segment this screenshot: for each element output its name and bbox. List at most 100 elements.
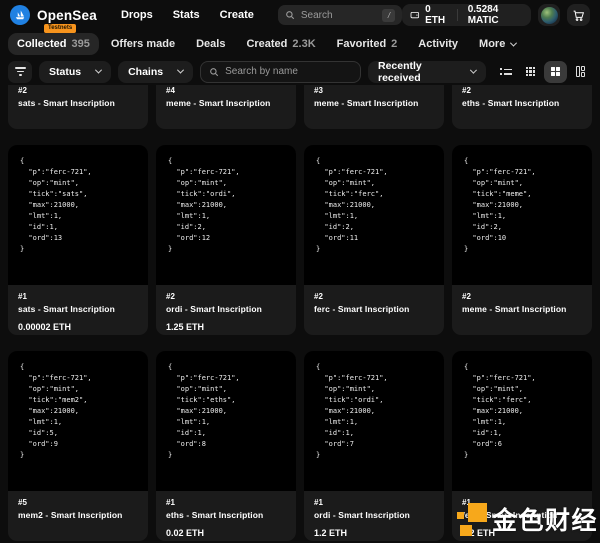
dense-grid-icon [526, 67, 536, 77]
chevron-down-icon [510, 39, 517, 46]
list-view-icon [500, 68, 512, 75]
grid-view-button[interactable] [544, 61, 567, 83]
tab-activity[interactable]: Activity [409, 33, 467, 55]
slash-shortcut-key: / [382, 9, 395, 22]
card-title: sats - Smart Inscription [18, 304, 138, 314]
nft-card[interactable]: { "p":"ferc-721", "op":"mint", "tick":"f… [452, 351, 592, 541]
card-title: ferc - Smart Inscription [314, 304, 434, 314]
list-view-button[interactable] [494, 61, 517, 83]
tab-created[interactable]: Created2.3K [237, 33, 324, 55]
card-edition-number: #2 [462, 292, 582, 301]
testnets-badge: Testnets [44, 24, 76, 33]
nft-card[interactable]: { "p":"ferc-721", "op":"mint", "tick":"m… [452, 145, 592, 335]
tab-collected[interactable]: Collected395 [8, 33, 99, 55]
card-edition-number: #1 [166, 498, 286, 507]
card-edition-number: #3 [314, 86, 434, 95]
inscription-json-text: { "p":"ferc-721", "op":"mint", "tick":"o… [304, 351, 444, 461]
card-title: eths - Smart Inscription [166, 510, 286, 520]
opensea-ship-icon [10, 5, 30, 25]
nav-item-drops[interactable]: Drops [121, 9, 153, 21]
wallet-icon [410, 9, 420, 21]
card-edition-number: #5 [18, 498, 138, 507]
tab-offers-made[interactable]: Offers made [102, 33, 184, 55]
matic-balance: 0.5284 MATIC [458, 4, 531, 26]
avatar-globe-image [541, 7, 558, 24]
card-inscription-image: { "p":"ferc-721", "op":"mint", "tick":"f… [304, 145, 444, 285]
card-edition-number: #1 [18, 292, 138, 301]
card-price: 0.00002 ETH [18, 322, 138, 332]
status-filter-dropdown[interactable]: Status [39, 61, 111, 83]
inscription-json-text: { "p":"ferc-721", "op":"mint", "tick":"f… [452, 351, 592, 461]
card-title: mem2 - Smart Inscription [18, 510, 138, 520]
search-by-name-input[interactable]: Search by name [200, 61, 361, 83]
inscription-json-text: { "p":"ferc-721", "op":"mint", "tick":"o… [156, 145, 296, 255]
view-toggle-group [494, 61, 592, 83]
tab-favorited[interactable]: Favorited2 [328, 33, 407, 55]
gallery-view-button[interactable] [569, 61, 592, 83]
inscription-json-text: { "p":"ferc-721", "op":"mint", "tick":"f… [304, 145, 444, 255]
card-footer: #1 eths - Smart Inscription 0.02 ETH [156, 491, 296, 538]
nft-card[interactable]: { "p":"ferc-721", "op":"mint", "tick":"o… [304, 351, 444, 541]
nft-card[interactable]: { "p":"ferc-721", "op":"mint", "tick":"m… [8, 351, 148, 541]
cart-icon [572, 9, 585, 22]
dense-grid-view-button[interactable] [519, 61, 542, 83]
cart-button[interactable] [567, 4, 590, 26]
nft-card[interactable]: #3 meme - Smart Inscription [304, 85, 444, 129]
card-inscription-image: { "p":"ferc-721", "op":"mint", "tick":"s… [8, 145, 148, 285]
nav-item-create[interactable]: Create [220, 9, 254, 21]
card-footer: #3 meme - Smart Inscription [304, 85, 444, 108]
filter-toggle-button[interactable] [8, 61, 32, 83]
global-search-input[interactable]: Search / [278, 5, 403, 25]
top-navigation-bar: OpenSea Testnets Drops Stats Create Sear… [0, 0, 600, 30]
card-price: 1.25 ETH [166, 322, 286, 332]
card-edition-number: #2 [18, 86, 138, 95]
grid-icon [551, 67, 561, 77]
inscription-json-text: { "p":"ferc-721", "op":"mint", "tick":"s… [8, 145, 148, 255]
chains-filter-dropdown[interactable]: Chains [118, 61, 193, 83]
card-title: ferc - Smart Inscription [462, 510, 582, 520]
main-nav: Drops Stats Create [121, 9, 254, 21]
profile-tabs: Collected395 Offers made Deals Created2.… [0, 30, 600, 58]
card-inscription-image: { "p":"ferc-721", "op":"mint", "tick":"f… [452, 351, 592, 491]
eth-balance: 0 ETH [402, 4, 456, 26]
nft-card[interactable]: { "p":"ferc-721", "op":"mint", "tick":"e… [156, 351, 296, 541]
card-inscription-image: { "p":"ferc-721", "op":"mint", "tick":"e… [156, 351, 296, 491]
card-title: meme - Smart Inscription [462, 304, 582, 314]
nft-card[interactable]: #2 sats - Smart Inscription [8, 85, 148, 129]
wallet-balance-pill[interactable]: 0 ETH 0.5284 MATIC [402, 4, 530, 26]
nft-card[interactable]: { "p":"ferc-721", "op":"mint", "tick":"f… [304, 145, 444, 335]
card-edition-number: #1 [314, 498, 434, 507]
brand-wordmark: OpenSea [37, 8, 97, 23]
card-price: 1.2 ETH [314, 528, 434, 538]
search-icon [209, 67, 219, 77]
gallery-view-icon [576, 66, 586, 77]
tab-deals[interactable]: Deals [187, 33, 234, 55]
profile-avatar[interactable] [538, 4, 561, 26]
card-inscription-image: { "p":"ferc-721", "op":"mint", "tick":"m… [452, 145, 592, 285]
tab-more[interactable]: More [470, 33, 525, 55]
sort-dropdown[interactable]: Recently received [368, 61, 486, 83]
nft-card[interactable]: #2 eths - Smart Inscription [452, 85, 592, 129]
inscription-json-text: { "p":"ferc-721", "op":"mint", "tick":"m… [452, 145, 592, 255]
card-title: meme - Smart Inscription [314, 98, 434, 108]
card-title: eths - Smart Inscription [462, 98, 582, 108]
card-edition-number: #2 [166, 292, 286, 301]
card-footer: #1 ordi - Smart Inscription 1.2 ETH [304, 491, 444, 538]
nav-item-stats[interactable]: Stats [173, 9, 200, 21]
card-price: 0.2 ETH [462, 528, 582, 538]
card-title: ordi - Smart Inscription [314, 510, 434, 520]
nft-card[interactable]: #4 meme - Smart Inscription [156, 85, 296, 129]
nft-card[interactable]: { "p":"ferc-721", "op":"mint", "tick":"o… [156, 145, 296, 335]
nft-card[interactable]: { "p":"ferc-721", "op":"mint", "tick":"s… [8, 145, 148, 335]
card-footer: #2 sats - Smart Inscription [8, 85, 148, 108]
card-price: 0.02 ETH [166, 528, 286, 538]
card-inscription-image: { "p":"ferc-721", "op":"mint", "tick":"m… [8, 351, 148, 491]
card-footer: #2 eths - Smart Inscription [452, 85, 592, 108]
opensea-logo[interactable]: OpenSea Testnets [10, 5, 97, 25]
inscription-json-text: { "p":"ferc-721", "op":"mint", "tick":"m… [8, 351, 148, 461]
search-placeholder: Search [301, 10, 333, 21]
card-inscription-image: { "p":"ferc-721", "op":"mint", "tick":"o… [304, 351, 444, 491]
card-footer: #1 sats - Smart Inscription 0.00002 ETH [8, 285, 148, 332]
inscription-json-text: { "p":"ferc-721", "op":"mint", "tick":"e… [156, 351, 296, 461]
filter-icon [15, 67, 26, 69]
